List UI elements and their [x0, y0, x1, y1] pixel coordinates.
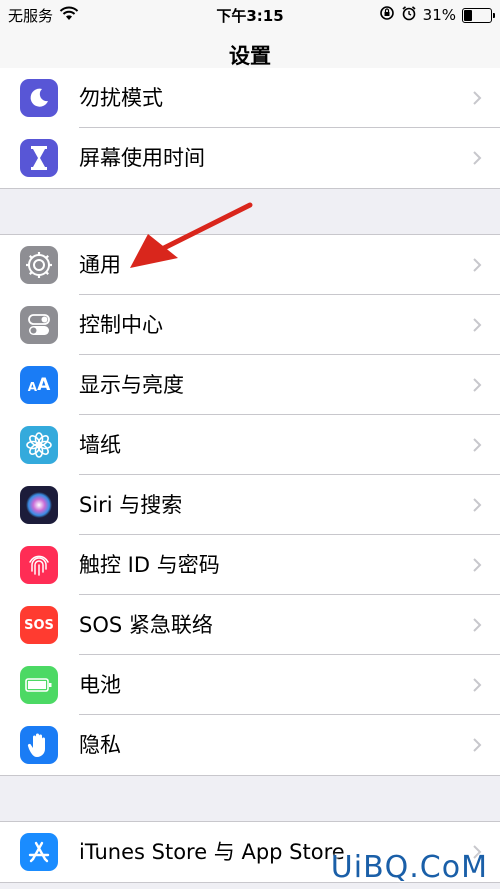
settings-group-main: 通用 控制中心 AA 显示与亮度 墙纸 Siri 与搜索 触控 ID 与密码 S… — [0, 234, 500, 776]
gear-icon — [20, 246, 58, 284]
chevron-right-icon — [473, 738, 482, 752]
chevron-right-icon — [473, 498, 482, 512]
watermark: UiBQ.CoM — [330, 850, 488, 885]
fingerprint-icon — [20, 546, 58, 584]
flower-icon — [20, 426, 58, 464]
settings-row-battery[interactable]: 电池 — [0, 655, 500, 715]
status-bar: 无服务 下午3:15 31% — [0, 0, 500, 30]
settings-row-label: 显示与亮度 — [79, 373, 184, 397]
settings-row-emergency-sos[interactable]: SOS SOS 紧急联络 — [0, 595, 500, 655]
settings-row-wallpaper[interactable]: 墙纸 — [0, 415, 500, 475]
chevron-right-icon — [473, 91, 482, 105]
chevron-right-icon — [473, 618, 482, 632]
settings-row-label: 隐私 — [79, 733, 121, 757]
settings-row-do-not-disturb[interactable]: 勿扰模式 — [0, 68, 500, 128]
settings-row-label: 触控 ID 与密码 — [79, 553, 220, 577]
battery-icon — [462, 7, 495, 23]
settings-row-general[interactable]: 通用 — [0, 235, 500, 295]
settings-row-label: 通用 — [79, 253, 121, 277]
settings-row-label: 电池 — [79, 673, 121, 697]
settings-row-touch-id-passcode[interactable]: 触控 ID 与密码 — [0, 535, 500, 595]
chevron-right-icon — [473, 678, 482, 692]
settings-row-label: 屏幕使用时间 — [79, 146, 205, 170]
battery-fill — [464, 9, 472, 21]
settings-row-label: 墙纸 — [79, 433, 121, 457]
settings-row-label: Siri 与搜索 — [79, 493, 183, 517]
rotation-lock-icon — [379, 5, 395, 25]
settings-row-screen-time[interactable]: 屏幕使用时间 — [0, 128, 500, 188]
settings-row-label: 勿扰模式 — [79, 86, 163, 110]
settings-row-siri-search[interactable]: Siri 与搜索 — [0, 475, 500, 535]
chevron-right-icon — [473, 438, 482, 452]
settings-row-control-center[interactable]: 控制中心 — [0, 295, 500, 355]
chevron-right-icon — [473, 378, 482, 392]
page-title: 设置 — [229, 44, 271, 68]
hand-icon — [20, 726, 58, 764]
app-store-icon — [20, 833, 58, 871]
settings-row-privacy[interactable]: 隐私 — [0, 715, 500, 775]
text-size-icon: AA — [20, 366, 58, 404]
hourglass-icon — [20, 139, 58, 177]
battery-icon — [20, 666, 58, 704]
settings-row-display-brightness[interactable]: AA 显示与亮度 — [0, 355, 500, 415]
settings-row-label: 控制中心 — [79, 313, 163, 337]
siri-icon — [20, 486, 58, 524]
moon-icon — [20, 79, 58, 117]
toggle-icon — [20, 306, 58, 344]
sos-icon-text: SOS — [24, 617, 54, 633]
alarm-icon — [401, 5, 417, 25]
chevron-right-icon — [473, 558, 482, 572]
chevron-right-icon — [473, 258, 482, 272]
settings-row-label: SOS 紧急联络 — [79, 613, 213, 637]
chevron-right-icon — [473, 151, 482, 165]
sos-icon: SOS — [20, 606, 58, 644]
settings-group-focus: 勿扰模式 屏幕使用时间 — [0, 68, 500, 189]
chevron-right-icon — [473, 318, 482, 332]
battery-percent: 31% — [422, 6, 456, 24]
settings-row-label: iTunes Store 与 App Store — [79, 840, 345, 864]
